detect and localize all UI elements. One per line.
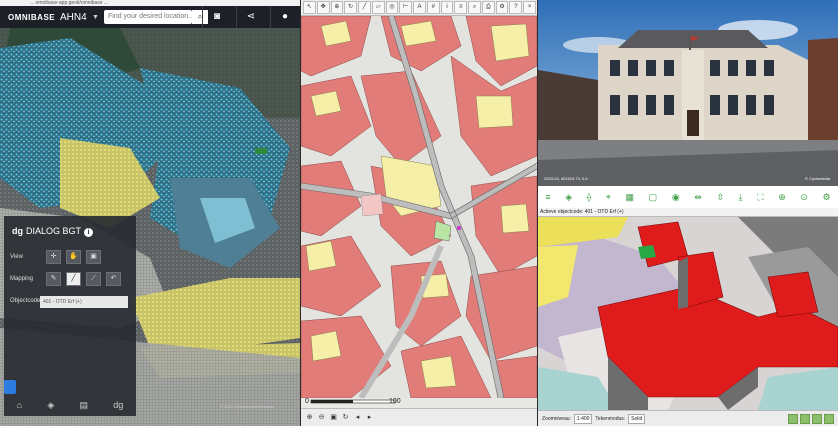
layer-tool-icon[interactable]: ≡	[454, 1, 468, 14]
distance-icon[interactable]: ⇹	[694, 192, 702, 203]
map-status-bar: ⊕ ⊖ ▣ ↻ ◂ ▸	[301, 408, 537, 426]
bgt-dialog-panel: dg DIALOG BGT i View ✛ ✋ ▣ Mapping ✎ ╱ ⟋ ↶…	[4, 216, 136, 416]
model-status-bar: Zoomniveau: 1:400 Tekenmodus: Solid	[538, 410, 838, 426]
layer-selector[interactable]: AHN4	[60, 12, 94, 23]
line-tool-icon[interactable]: ╱	[358, 1, 371, 14]
pan-left-icon[interactable]: ◂	[353, 413, 362, 422]
layers-icon[interactable]: ◈	[565, 192, 572, 203]
overlay-icon[interactable]: ▦	[626, 192, 635, 203]
view-mode-icon-3[interactable]	[812, 414, 822, 424]
refresh-icon[interactable]: ↻	[341, 413, 350, 422]
city-model-scene[interactable]	[538, 217, 838, 410]
info-tool-icon[interactable]: i	[440, 1, 454, 14]
layers-icon[interactable]: ◈	[47, 400, 54, 411]
city-model-pane[interactable]: Actieve objectcode: 401 - OTD Erf (+) Zo…	[538, 208, 838, 426]
share-icon[interactable]: ⋖	[236, 6, 265, 28]
fit-icon[interactable]: ▣	[86, 250, 101, 264]
view-mode-icon-4[interactable]	[824, 414, 834, 424]
scale-start-label: 0	[305, 398, 309, 405]
active-objectcode-title: Actieve objectcode: 401 - OTD Erf (+)	[538, 208, 838, 217]
dialog-footer: ⌂ ◈ ▤ dg	[4, 394, 136, 416]
polyline-icon[interactable]: ⟋	[86, 272, 101, 286]
grid-tool-icon[interactable]: #	[426, 1, 440, 14]
dialog-logo: dg	[12, 226, 23, 236]
target-icon[interactable]: ⊙	[800, 192, 808, 203]
marker-icon[interactable]: ◉	[672, 192, 680, 203]
snap-tool-icon[interactable]: ◎	[385, 1, 399, 14]
print-tool-icon[interactable]: ⎙	[481, 1, 495, 14]
draw-mode-label: Tekenmodus:	[595, 416, 626, 422]
rotate-tool-icon[interactable]: ↻	[344, 1, 358, 14]
text-tool-icon[interactable]: A	[413, 1, 426, 14]
chevron-down-icon[interactable]: ▼	[92, 14, 102, 21]
pan-tool-icon[interactable]: ✥	[316, 1, 330, 14]
street-view-pane[interactable]: 2023-03, 401515.73, 0.6 © Cyclomedia ≡ ◈…	[538, 0, 838, 208]
zoom-level-field[interactable]: 1:400	[573, 414, 593, 424]
measure-icon[interactable]: ▤	[80, 400, 89, 411]
camera-icon[interactable]: ◙	[202, 6, 231, 28]
search-tool-icon[interactable]: ⌕	[468, 1, 481, 14]
street-photo[interactable]	[538, 0, 838, 186]
zoom-level-label: Zoomniveau:	[542, 416, 571, 422]
mapping-label: Mapping	[10, 276, 34, 282]
view-mode-icon-2[interactable]	[800, 414, 810, 424]
close-tool-icon[interactable]: ×	[523, 1, 537, 14]
menu-icon[interactable]: ≡	[545, 192, 550, 202]
select-tool-icon[interactable]: ↖	[303, 1, 316, 14]
download-icon[interactable]: ⤓	[739, 192, 743, 203]
window-icon[interactable]: ▢	[649, 192, 658, 203]
photo-caption-left: 2023-03, 401515.73, 0.6	[544, 176, 588, 181]
feedback-icon[interactable]	[4, 380, 16, 394]
zoom-out-icon[interactable]: ⊖	[317, 413, 326, 422]
user-icon[interactable]: ●	[270, 6, 299, 28]
undo-icon[interactable]: ↶	[106, 272, 121, 286]
dialog-title: dg DIALOG BGT i	[12, 226, 94, 237]
info-icon[interactable]: i	[84, 228, 94, 237]
pan-icon[interactable]: ✋	[66, 250, 81, 264]
settings-tool-icon[interactable]: ⚙	[495, 1, 509, 14]
pencil-icon[interactable]: ✎	[46, 272, 61, 286]
fullscreen-icon[interactable]: ⛶	[757, 192, 763, 203]
zoom-in-icon[interactable]: ⊕	[778, 192, 786, 203]
area-tool-icon[interactable]: ▱	[371, 1, 385, 14]
dialog-title-text: DIALOG BGT	[26, 226, 82, 236]
home-icon[interactable]: ⌂	[17, 400, 22, 410]
cad-map-pane[interactable]: ↖ ✥ ⊕ ↻ ╱ ▱ ◎ ⊢ A # i ≡ ⌕ ⎙ ⚙ ? × 0 100 …	[301, 0, 537, 426]
objectcode-select[interactable]: 401 - OTD Erf (+)	[40, 296, 128, 308]
height-icon[interactable]: ⇳	[716, 192, 724, 203]
map-toolbar: ↖ ✥ ⊕ ↻ ╱ ▱ ◎ ⊢ A # i ≡ ⌕ ⎙ ⚙ ? ×	[301, 0, 537, 16]
draw-mode-select[interactable]: Solid	[628, 414, 646, 424]
move-icon[interactable]: ✛	[46, 250, 61, 264]
photo-caption-right: © Cyclomedia	[805, 176, 830, 181]
location-search-input[interactable]: Find your desired location...	[104, 10, 192, 24]
help-tool-icon[interactable]: ?	[509, 1, 523, 14]
scale-end-label: 100	[389, 398, 401, 405]
street-view-toolbar: ≡ ◈ ⟠ ⌖ ▦ ▢ ◉ ⇹ ⇳ ⤓ ⛶ ⊕ ⊙ ⚙	[538, 186, 838, 208]
zoom-extent-icon[interactable]: ▣	[329, 413, 338, 422]
bgt-map[interactable]	[301, 16, 537, 398]
view-label: View	[10, 254, 23, 260]
pointcloud-viewer[interactable]: ... omnibase-app.geoit/omnibase ... OMNI…	[0, 0, 300, 426]
settings-icon[interactable]: ⚙	[823, 192, 831, 203]
objectcode-label: Objectcode	[10, 298, 41, 304]
measure-tool-icon[interactable]: ⊢	[399, 1, 413, 14]
dialog-logo-icon[interactable]: dg	[113, 400, 123, 410]
point-icon[interactable]: ⌖	[606, 192, 611, 203]
zoom-tool-icon[interactable]: ⊕	[330, 1, 344, 14]
measure-icon[interactable]: ⟠	[587, 192, 591, 203]
pan-right-icon[interactable]: ▸	[365, 413, 374, 422]
app-logo: OMNIBASE	[8, 12, 56, 22]
view-mode-icon-1[interactable]	[788, 414, 798, 424]
copyright-text: © 2023 Cyclomedia/Omnibase	[220, 404, 275, 409]
zoom-in-icon[interactable]: ⊕	[305, 413, 314, 422]
line-icon[interactable]: ╱	[66, 272, 81, 286]
